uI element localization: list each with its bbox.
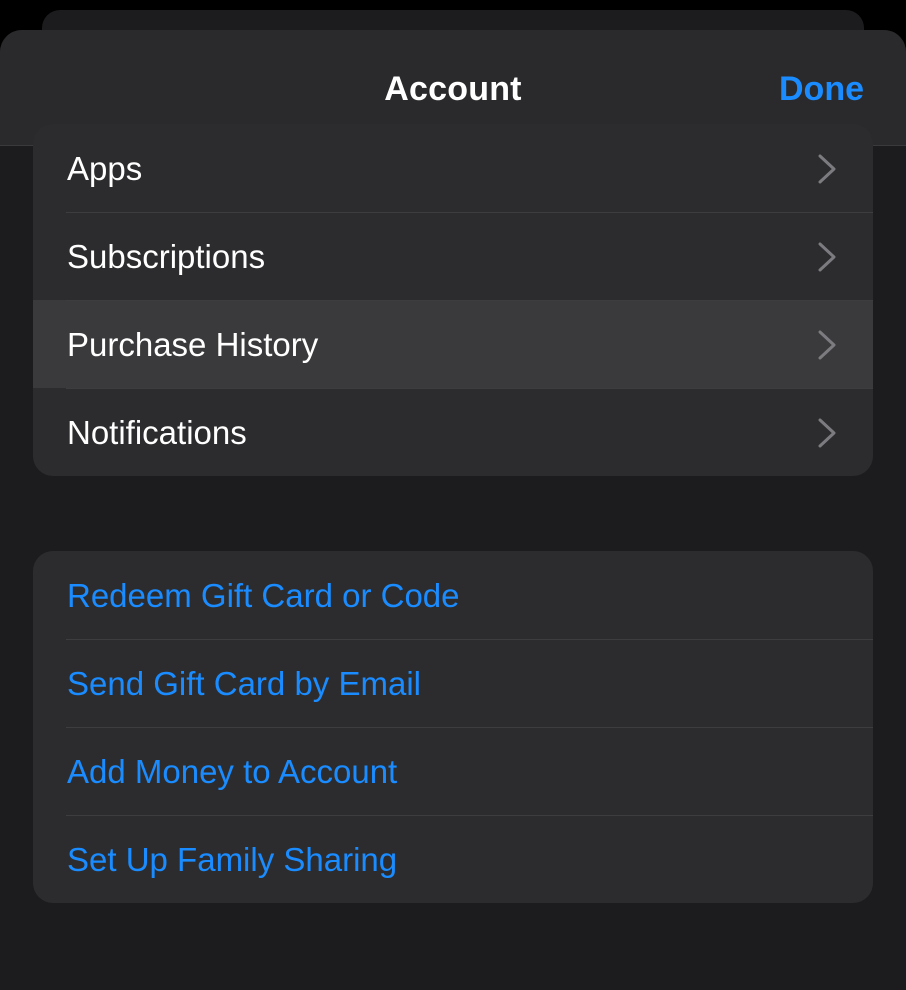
gift-card-actions-group: Redeem Gift Card or Code Send Gift Card … xyxy=(33,551,873,903)
chevron-right-icon xyxy=(818,418,836,448)
purchase-history-label: Purchase History xyxy=(67,326,319,363)
subscriptions-row[interactable]: Subscriptions xyxy=(33,212,873,300)
send-gift-card-link[interactable]: Send Gift Card by Email xyxy=(67,639,421,729)
subscriptions-label: Subscriptions xyxy=(67,238,266,275)
notifications-label: Notifications xyxy=(67,414,247,451)
send-gift-card-row[interactable]: Send Gift Card by Email xyxy=(33,639,873,727)
purchase-history-row[interactable]: Purchase History xyxy=(33,300,873,388)
family-sharing-row[interactable]: Set Up Family Sharing xyxy=(33,815,873,903)
family-sharing-link[interactable]: Set Up Family Sharing xyxy=(67,815,397,903)
done-button[interactable]: Done xyxy=(779,70,864,109)
page-title: Account xyxy=(384,70,522,108)
chevron-right-icon xyxy=(818,242,836,272)
redeem-gift-card-row[interactable]: Redeem Gift Card or Code xyxy=(33,551,873,639)
chevron-right-icon xyxy=(818,330,836,360)
chevron-right-icon xyxy=(818,154,836,184)
redeem-gift-card-link[interactable]: Redeem Gift Card or Code xyxy=(67,551,460,641)
apps-label: Apps xyxy=(67,150,143,187)
apps-row[interactable]: Apps xyxy=(33,124,873,212)
account-settings-group: Apps Subscriptions Purchase History Noti… xyxy=(33,124,873,476)
add-money-row[interactable]: Add Money to Account xyxy=(33,727,873,815)
notifications-row[interactable]: Notifications xyxy=(33,388,873,476)
add-money-link[interactable]: Add Money to Account xyxy=(67,727,397,817)
